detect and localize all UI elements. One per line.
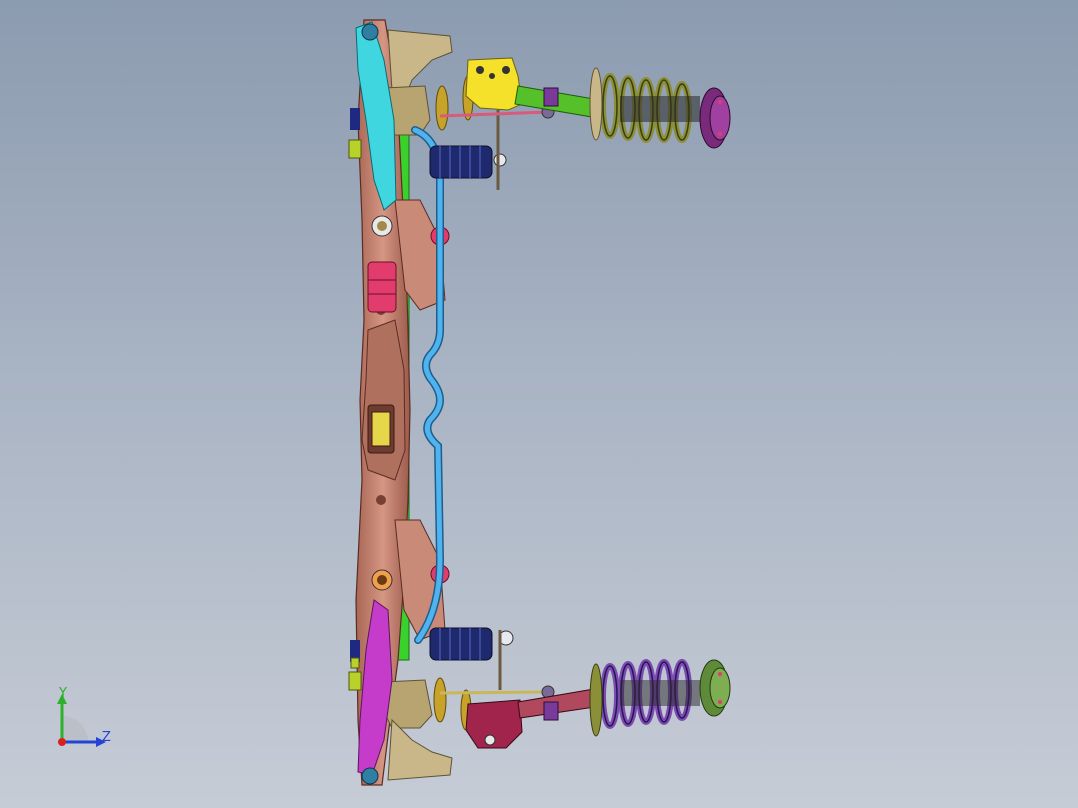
upper-coil-spring[interactable] xyxy=(589,67,700,143)
lower-tie-rod[interactable] xyxy=(439,685,555,699)
lower-coil-spring[interactable] xyxy=(589,659,700,737)
triad-graphic xyxy=(57,694,106,747)
lower-strut-top-mount[interactable] xyxy=(699,659,731,717)
lower-steering-knuckle[interactable] xyxy=(465,699,523,749)
upper-steering-knuckle[interactable] xyxy=(465,57,523,111)
z-axis-label: Z xyxy=(102,730,111,745)
axis-triad: Y Z xyxy=(40,680,130,760)
upper-strut-top-mount[interactable] xyxy=(699,87,731,149)
x-axis-origin xyxy=(58,738,66,746)
y-axis-label: Y xyxy=(59,686,67,701)
graphics-viewport[interactable]: Y Z xyxy=(0,0,1078,808)
suspension-assembly-model[interactable] xyxy=(0,0,1078,808)
